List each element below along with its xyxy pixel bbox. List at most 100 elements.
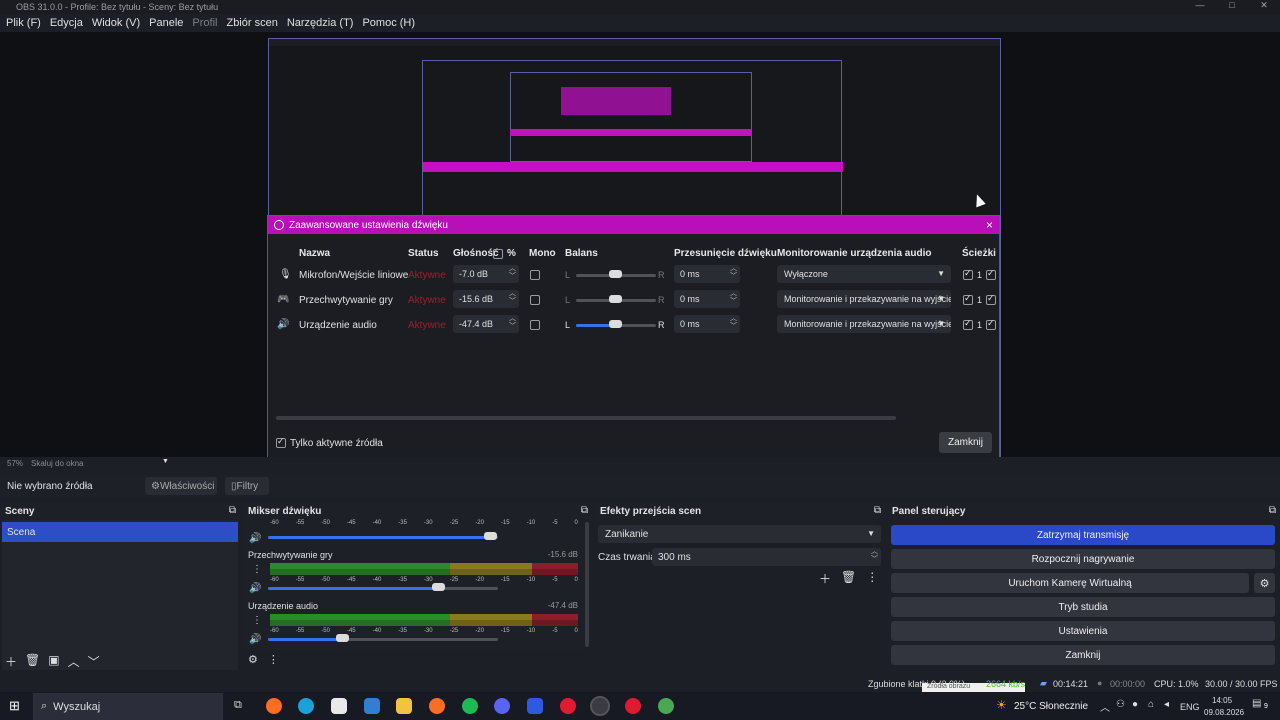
transition-select[interactable]: Zanikanie ▼ <box>598 525 881 543</box>
balance-slider[interactable] <box>576 295 656 303</box>
trash-icon[interactable]: 🗑 <box>25 653 40 670</box>
duration-spinbox[interactable]: 300 ms ︿ ﹀ <box>652 548 881 566</box>
mixer-settings-icon[interactable]: ⚙ <box>248 653 258 666</box>
speaker-icon[interactable]: 🔊 <box>249 583 261 594</box>
dialog-close-icon[interactable]: × <box>986 218 993 232</box>
scale-dropdown-icon[interactable]: ▼ <box>162 458 169 465</box>
track-checkbox[interactable] <box>963 268 973 280</box>
speaker-icon[interactable]: 🔊 <box>249 634 261 645</box>
track-checkbox[interactable] <box>963 293 973 305</box>
discord-icon[interactable] <box>494 698 510 714</box>
mono-checkbox[interactable] <box>530 320 540 330</box>
active-only-checkbox[interactable] <box>276 436 286 448</box>
undock-icon[interactable]: ⧉ <box>229 505 236 516</box>
sync-offset-spinbox[interactable]: 0 ms ︿ ﹀ <box>674 315 740 333</box>
chrome-icon[interactable] <box>658 698 674 714</box>
menu-edit[interactable]: Edycja <box>50 17 83 29</box>
mono-checkbox[interactable] <box>530 270 540 280</box>
firefox-icon[interactable] <box>429 698 445 714</box>
undock-icon[interactable]: ⧉ <box>874 505 881 516</box>
monitoring-combo[interactable]: Monitorowanie i przekazywanie na wyjście… <box>777 315 951 333</box>
volume-spinbox[interactable]: -7.0 dB ︿ ﹀ <box>453 265 519 283</box>
scale-mode[interactable]: Skaluj do okna <box>31 459 83 468</box>
filter-icon[interactable]: ▣ <box>48 653 59 670</box>
task-view-icon[interactable]: ⧉ <box>234 699 242 712</box>
add-icon[interactable]: ＋ <box>5 653 17 670</box>
more-options-icon[interactable]: ⋮ <box>252 615 262 626</box>
arrow-up-icon[interactable]: ︿ <box>68 653 80 670</box>
monitoring-combo[interactable]: Monitorowanie i przekazywanie na wyjście… <box>777 290 951 308</box>
menu-file[interactable]: Plik (F) <box>6 17 41 29</box>
more-options-icon[interactable]: ⋮ <box>866 570 878 587</box>
start-recording-button[interactable]: Rozpocznij nagrywanie <box>891 549 1275 569</box>
weather-text[interactable]: 25°C Słonecznie <box>1014 701 1088 712</box>
app-icon[interactable] <box>527 698 543 714</box>
opera-icon[interactable] <box>560 698 576 714</box>
balance-slider[interactable] <box>576 320 656 328</box>
track-checkbox[interactable] <box>963 318 973 330</box>
horizontal-scrollbar[interactable] <box>276 416 896 420</box>
volume-slider[interactable] <box>268 634 498 642</box>
spotify-icon[interactable] <box>462 698 478 714</box>
volume-icon[interactable]: ◂ <box>1164 699 1169 710</box>
taskbar-search[interactable]: ⌕ Wyszukaj <box>33 693 223 720</box>
opera-icon[interactable] <box>625 698 641 714</box>
more-options-icon[interactable]: ⋮ <box>268 653 279 666</box>
notifications-icon[interactable]: ▤ <box>1252 698 1261 709</box>
track-checkbox[interactable] <box>986 268 996 280</box>
studio-mode-button[interactable]: Tryb studia <box>891 597 1275 617</box>
close-window-button[interactable]: ✕ <box>1248 0 1280 11</box>
start-virtual-camera-button[interactable]: Uruchom Kamerę Wirtualną <box>891 573 1249 593</box>
obs-icon[interactable] <box>590 696 610 716</box>
clock-time[interactable]: 14:05 <box>1212 696 1232 705</box>
volume-spinbox[interactable]: -15.6 dB ︿ ﹀ <box>453 290 519 308</box>
more-options-icon[interactable]: ⋮ <box>252 564 262 575</box>
edge-icon[interactable] <box>298 698 314 714</box>
undock-icon[interactable]: ⧉ <box>1269 505 1276 516</box>
clock-date[interactable]: 09.08.2026 <box>1204 708 1244 717</box>
virtual-camera-settings-icon[interactable]: ⚙ <box>1254 573 1275 593</box>
arrow-down-icon[interactable]: ﹀ <box>88 653 100 670</box>
menu-scene-collection[interactable]: Zbiór scen <box>226 17 277 29</box>
volume-percent-checkbox[interactable] <box>493 249 503 259</box>
filters-button[interactable]: ▯ Filtry <box>225 477 269 495</box>
minimize-button[interactable]: — <box>1184 0 1216 11</box>
settings-button[interactable]: Ustawienia <box>891 621 1275 641</box>
language-indicator[interactable]: ENG <box>1180 702 1200 712</box>
microphone-icon[interactable]: ● <box>1132 699 1138 710</box>
network-icon[interactable]: ⌂ <box>1148 699 1154 710</box>
volume-spinbox[interactable]: -47.4 dB ︿ ﹀ <box>453 315 519 333</box>
folder-icon[interactable] <box>396 698 412 714</box>
scene-item[interactable]: Scena <box>2 522 238 542</box>
menu-help[interactable]: Pomoc (H) <box>362 17 415 29</box>
menu-view[interactable]: Widok (V) <box>92 17 140 29</box>
properties-button[interactable]: ⚙ Właściwości <box>145 477 217 495</box>
store-icon[interactable] <box>331 698 347 714</box>
menu-docks[interactable]: Panele <box>149 17 183 29</box>
windows-start-icon[interactable]: ⊞ <box>9 698 20 714</box>
monitoring-combo[interactable]: Wyłączone ▼ <box>777 265 951 283</box>
undock-icon[interactable]: ⧉ <box>581 505 588 516</box>
balance-slider[interactable] <box>576 270 656 278</box>
add-icon[interactable]: ＋ <box>819 570 831 587</box>
trash-icon[interactable]: 🗑 <box>841 570 856 587</box>
volume-slider[interactable] <box>268 532 498 540</box>
maximize-button[interactable]: □ <box>1216 0 1248 11</box>
mail-icon[interactable] <box>364 698 380 714</box>
track-checkbox[interactable] <box>986 293 996 305</box>
sync-offset-spinbox[interactable]: 0 ms ︿ ﹀ <box>674 265 740 283</box>
speaker-icon[interactable]: 🔊 <box>249 533 261 544</box>
tray-chevron-icon[interactable]: ︿ <box>1100 699 1110 714</box>
people-icon[interactable]: ⚇ <box>1116 699 1125 710</box>
volume-slider[interactable] <box>268 583 498 591</box>
exit-button[interactable]: Zamknij <box>891 645 1275 665</box>
mixer-scrollbar[interactable] <box>585 522 589 647</box>
menu-tools[interactable]: Narzędzia (T) <box>287 17 354 29</box>
sync-offset-spinbox[interactable]: 0 ms ︿ ﹀ <box>674 290 740 308</box>
stop-streaming-button[interactable]: Zatrzymaj transmisję <box>891 525 1275 545</box>
menu-profile[interactable]: Profil <box>192 17 217 29</box>
track-checkbox[interactable] <box>986 318 996 330</box>
dialog-close-button[interactable]: Zamknij <box>939 432 992 453</box>
mono-checkbox[interactable] <box>530 295 540 305</box>
firefox-icon[interactable] <box>266 698 282 714</box>
